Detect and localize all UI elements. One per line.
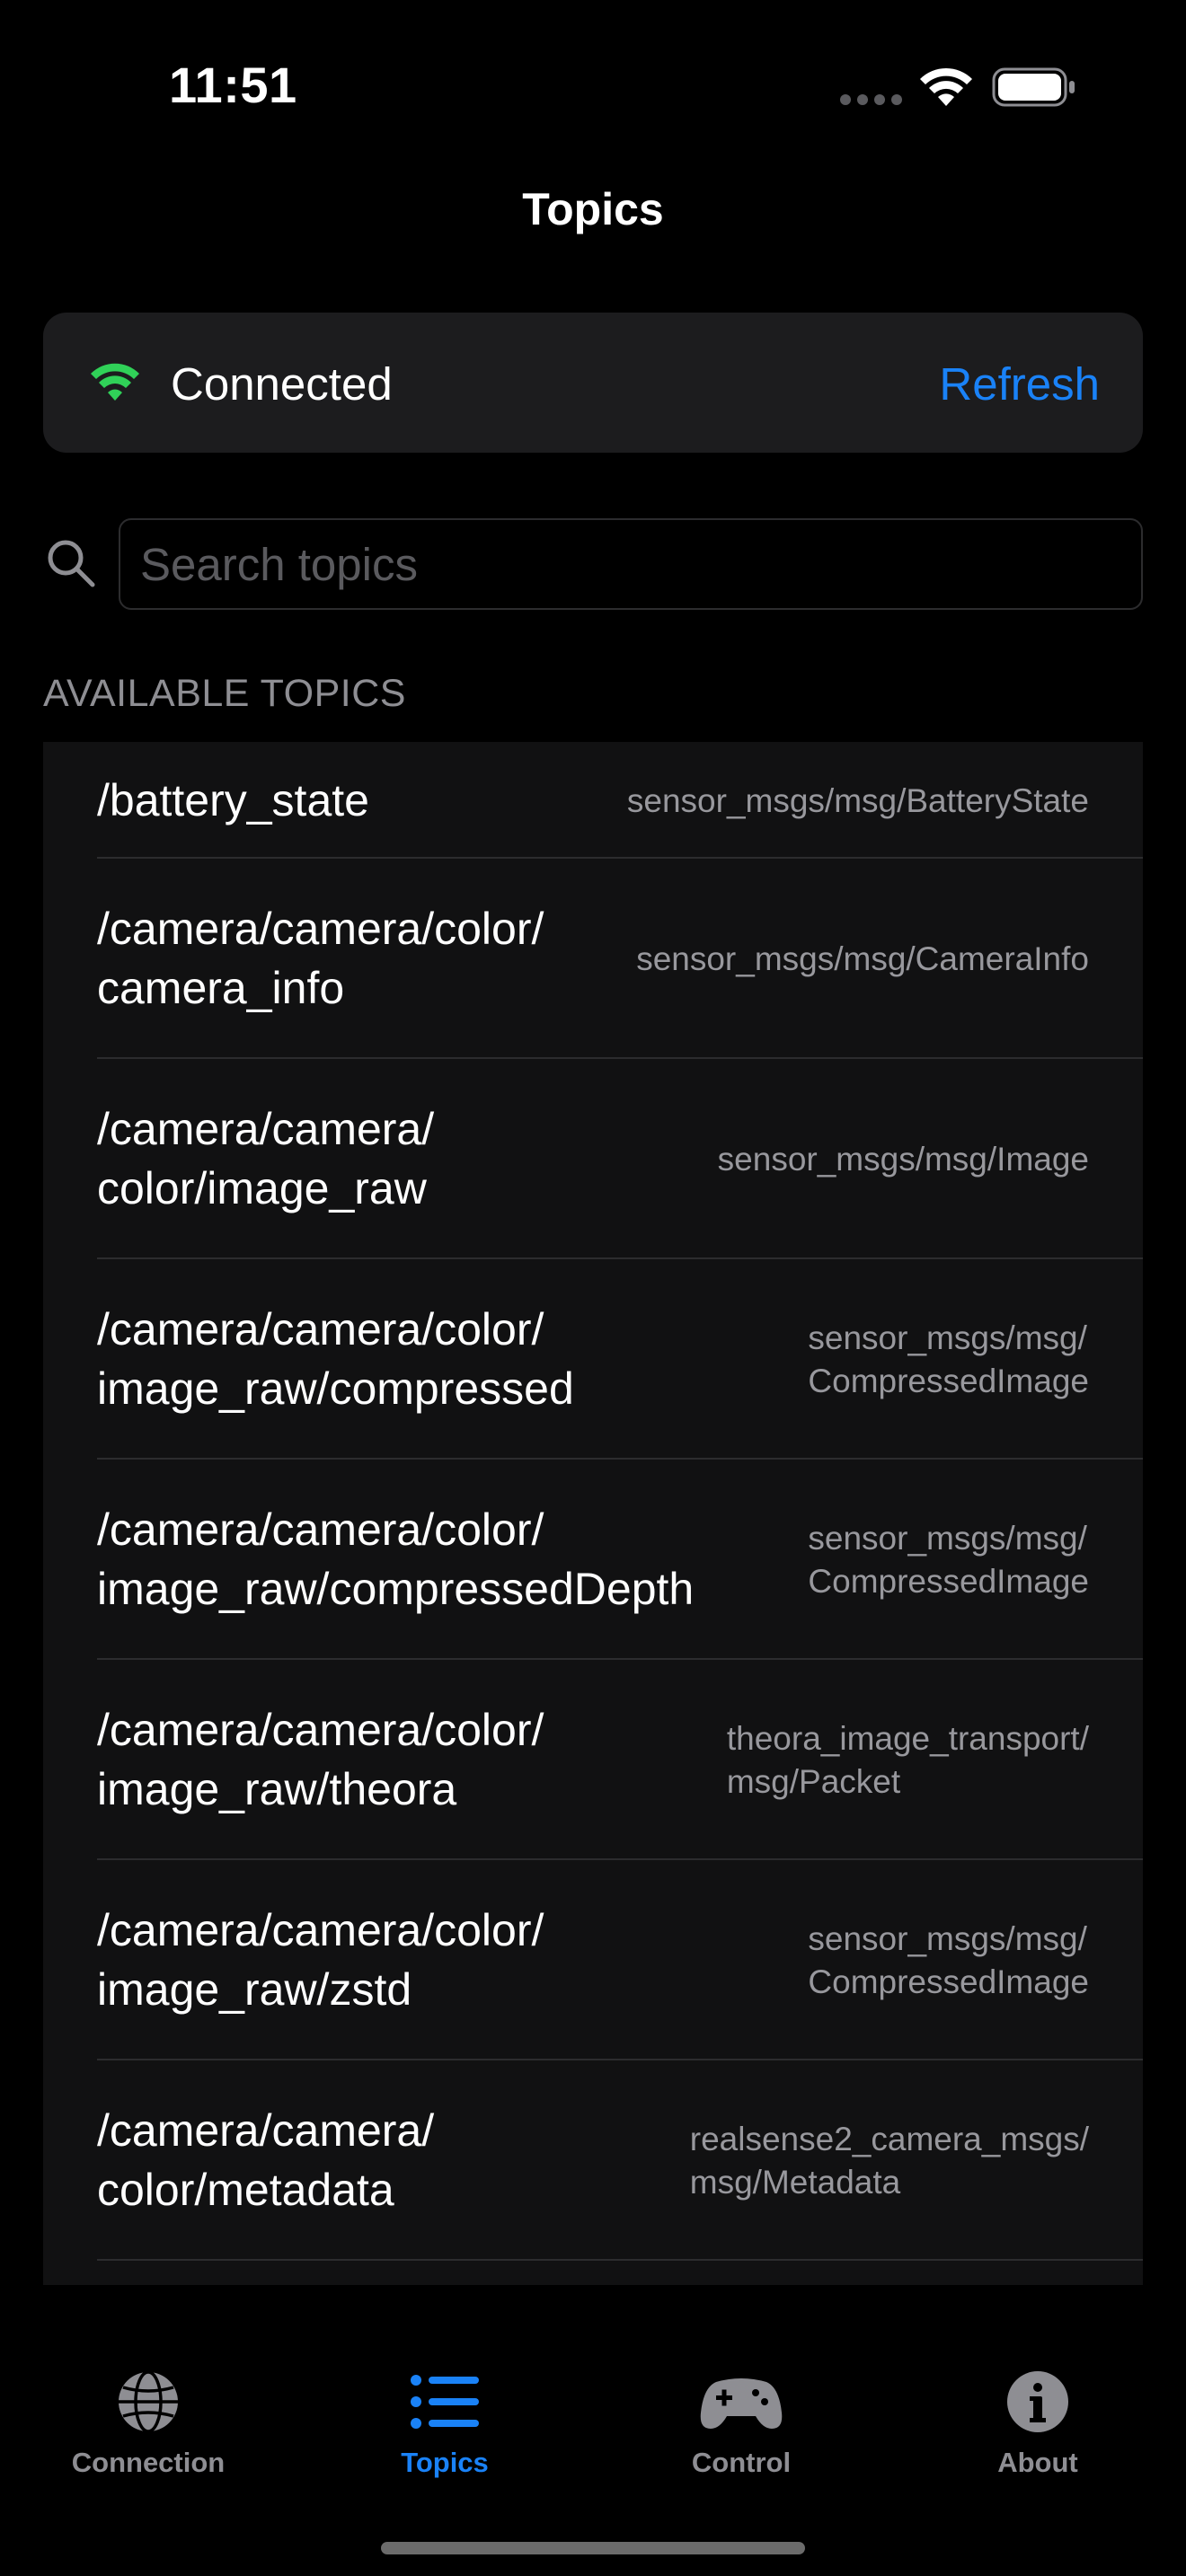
- topic-name: /camera/camera/color/ image_raw/theora: [97, 1705, 544, 1814]
- topic-name: /camera/camera/ color/metadata: [97, 2105, 435, 2215]
- home-indicator: [381, 2542, 805, 2554]
- topic-row[interactable]: /camera/camera/color/ image_raw/compress…: [43, 1259, 1143, 1460]
- page-title: Topics: [522, 184, 664, 234]
- cellular-signal-icon: [840, 94, 902, 105]
- tab-label: Connection: [71, 2447, 226, 2478]
- tab-label: Control: [691, 2447, 792, 2478]
- topic-row[interactable]: /camera/camera/ color/image_raw sensor_m…: [43, 1059, 1143, 1259]
- tab-topics[interactable]: Topics: [296, 2289, 593, 2495]
- connection-status-label: Connected: [171, 358, 393, 410]
- topic-list: /battery_state sensor_msgs/msg/BatterySt…: [43, 742, 1143, 2285]
- status-bar: 11:51: [0, 0, 1186, 171]
- wifi-connected-icon: [91, 363, 139, 401]
- wifi-status-icon: [920, 67, 972, 106]
- search-input[interactable]: [119, 518, 1143, 610]
- row-divider: [97, 2259, 1143, 2261]
- topic-type: sensor_msgs/msg/BatteryState: [626, 782, 1089, 819]
- tab-label: Topics: [401, 2447, 489, 2478]
- battery-icon: [992, 67, 1075, 107]
- globe-icon: [119, 2370, 178, 2433]
- list-icon: [411, 2375, 479, 2429]
- tab-control[interactable]: Control: [593, 2289, 890, 2495]
- topic-name: /camera/camera/color/ image_raw/compress…: [97, 1504, 695, 1614]
- topic-name: /camera/camera/color/ image_raw/zstd: [97, 1905, 544, 2015]
- topic-type: sensor_msgs/msg/ CompressedImage: [808, 1920, 1089, 2000]
- topic-type: sensor_msgs/msg/ CompressedImage: [808, 1319, 1089, 1399]
- gamecontroller-icon: [700, 2378, 783, 2429]
- topic-name: /camera/camera/ color/image_raw: [97, 1104, 435, 1213]
- section-header: AVAILABLE TOPICS: [43, 672, 406, 715]
- topic-row[interactable]: /camera/camera/color/ image_raw/theora t…: [43, 1660, 1143, 1860]
- topic-row[interactable]: /camera/camera/color/ camera_info sensor…: [43, 859, 1143, 1059]
- topic-row[interactable]: /camera/camera/color/ image_raw/compress…: [43, 1460, 1143, 1660]
- topic-type: realsense2_camera_msgs/ msg/Metadata: [689, 2121, 1089, 2201]
- connection-status-card: Connected Refresh: [43, 313, 1143, 453]
- search-icon: [48, 540, 95, 587]
- info-icon: [1007, 2371, 1068, 2432]
- topic-name: /battery_state: [97, 775, 369, 825]
- topic-row[interactable]: /battery_state sensor_msgs/msg/BatterySt…: [43, 742, 1143, 859]
- status-time: 11:51: [169, 57, 297, 113]
- topic-type: sensor_msgs/msg/ CompressedImage: [808, 1520, 1089, 1600]
- tab-bar: Connection Topics Control About: [0, 2289, 1186, 2576]
- topic-type: sensor_msgs/msg/CameraInfo: [636, 940, 1089, 977]
- topic-name: /camera/camera/color/ camera_info: [97, 904, 544, 1013]
- topic-row[interactable]: /camera/camera/ color/metadata realsense…: [43, 2060, 1143, 2261]
- topic-type: theora_image_transport/ msg/Packet: [726, 1720, 1089, 1800]
- tab-label: About: [997, 2447, 1078, 2478]
- tab-connection[interactable]: Connection: [0, 2289, 296, 2495]
- topic-type: sensor_msgs/msg/Image: [717, 1141, 1089, 1178]
- topic-name: /camera/camera/color/ image_raw/compress…: [97, 1304, 574, 1414]
- topic-row[interactable]: /camera/camera/color/ image_raw/zstd sen…: [43, 1860, 1143, 2060]
- refresh-button[interactable]: Refresh: [939, 357, 1100, 410]
- tab-about[interactable]: About: [890, 2289, 1186, 2495]
